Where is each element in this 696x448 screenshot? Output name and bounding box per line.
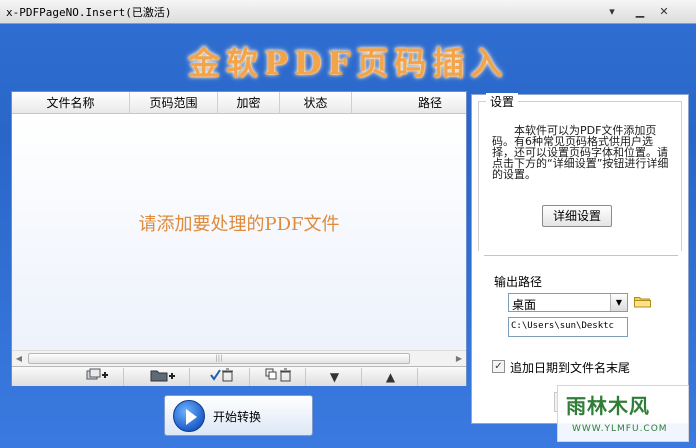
settings-description: 本软件可以为PDF文件添加页码。有6种常见页码格式供用户选择，还可以设置页码字体…: [492, 124, 669, 181]
output-location-select[interactable]: 桌面 ▼: [508, 293, 628, 312]
watermark-main-text: 雨林木风: [566, 394, 650, 418]
play-icon: [173, 400, 205, 432]
move-up-button[interactable]: ▲: [364, 368, 418, 386]
add-file-icon: [86, 368, 108, 380]
chevron-down-icon[interactable]: ▼: [610, 294, 627, 311]
banner: 金软PDF页码插入: [0, 30, 696, 90]
file-list-header: 文件名称 页码范围 加密 状态 路径: [12, 92, 466, 114]
delete-all-button[interactable]: [252, 368, 306, 386]
arrow-up-icon: ▲: [385, 370, 396, 384]
output-location-value: 桌面: [512, 298, 537, 312]
window-title: x-PDFPageNO.Insert(已激活): [6, 6, 172, 19]
delete-checked-button[interactable]: [196, 368, 250, 386]
append-date-checkbox[interactable]: ✓: [492, 360, 505, 373]
settings-legend: 设置: [486, 93, 519, 110]
banner-title: 金软PDF页码插入: [187, 44, 509, 82]
watermark-url-text: WWW.YLMFU.COM: [572, 424, 668, 434]
output-path-label: 输出路径: [494, 275, 543, 289]
file-list-panel: 文件名称 页码范围 加密 状态 路径 请添加要处理的PDF文件 ◀ ||| ▶: [11, 91, 467, 386]
close-button[interactable]: ✕: [656, 4, 672, 19]
column-header-page-range[interactable]: 页码范围: [130, 92, 218, 114]
settings-divider: [484, 255, 678, 256]
minimize-button[interactable]: ▁: [632, 4, 648, 19]
delete-all-icon: [265, 368, 291, 382]
folder-browse-icon[interactable]: [634, 295, 651, 308]
start-convert-button[interactable]: 开始转换: [164, 395, 313, 436]
start-convert-label: 开始转换: [213, 410, 262, 424]
output-path-field[interactable]: C:\Users\sun\Desktc: [508, 317, 628, 337]
arrow-down-icon: ▼: [329, 370, 340, 384]
list-toolbar: ▼ ▲: [12, 366, 466, 386]
title-bar: x-PDFPageNO.Insert(已激活) ▾ ▁ ✕: [0, 0, 696, 24]
watermark-logo: 雨林木风 WWW.YLMFU.COM: [557, 385, 689, 442]
settings-panel: 设置 本软件可以为PDF文件添加页码。有6种常见页码格式供用户选择，还可以设置页…: [471, 93, 689, 424]
append-date-label[interactable]: 追加日期到文件名末尾: [510, 359, 630, 376]
column-header-encrypted[interactable]: 加密: [218, 92, 280, 114]
file-list-body[interactable]: 请添加要处理的PDF文件: [12, 114, 466, 350]
move-down-button[interactable]: ▼: [308, 368, 362, 386]
detail-settings-button[interactable]: 详细设置: [542, 205, 612, 227]
delete-checked-icon: [209, 368, 233, 382]
scrollbar-thumb[interactable]: |||: [28, 353, 410, 364]
empty-hint: 请添加要处理的PDF文件: [138, 214, 340, 235]
menu-button[interactable]: ▾: [604, 4, 620, 19]
add-folder-button[interactable]: [136, 368, 190, 386]
column-header-path[interactable]: 路径: [352, 92, 466, 114]
add-file-button[interactable]: [70, 368, 124, 386]
add-folder-icon: [150, 370, 175, 382]
column-header-status[interactable]: 状态: [280, 92, 352, 114]
scroll-left-icon[interactable]: ◀: [12, 351, 26, 366]
column-header-name[interactable]: 文件名称: [12, 92, 130, 114]
scroll-right-icon[interactable]: ▶: [452, 351, 466, 366]
app-window: x-PDFPageNO.Insert(已激活) ▾ ▁ ✕ 金软PDF页码插入 …: [0, 0, 696, 448]
horizontal-scrollbar[interactable]: ◀ ||| ▶: [12, 350, 466, 366]
